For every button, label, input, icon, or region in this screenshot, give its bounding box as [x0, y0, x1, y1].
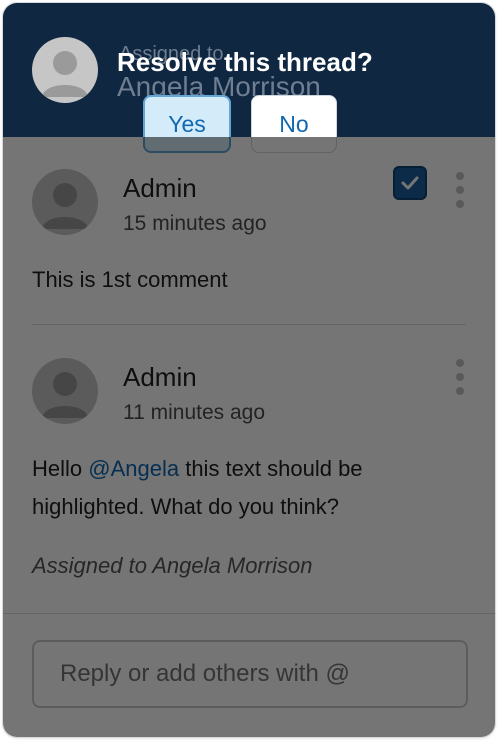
thread-header: Assigned to Angela Morrison Resolve this… [3, 3, 495, 153]
resolve-thread-prompt: Resolve this thread? [117, 47, 373, 77]
user-avatar-icon [42, 183, 88, 229]
reply-input[interactable] [32, 640, 468, 708]
comment-timestamp: 11 minutes ago [123, 401, 266, 424]
comment-author: Admin [123, 173, 197, 203]
comment-text-start: Hello [32, 456, 89, 481]
more-options-icon[interactable] [454, 359, 466, 395]
user-avatar-icon [42, 372, 88, 418]
user-avatar-icon [42, 51, 88, 97]
checkmark-icon [401, 176, 419, 190]
comment-author: Admin [123, 362, 197, 392]
comment-text: Hello @Angela this text should be highli… [32, 450, 452, 526]
comment-author-avatar [32, 358, 98, 424]
comment-author-avatar [32, 169, 98, 235]
resolve-yes-button[interactable]: Yes [143, 95, 231, 153]
comment-divider [32, 324, 466, 325]
comment-text: This is 1st comment [32, 267, 228, 292]
resolve-no-button[interactable]: No [251, 95, 337, 153]
mention-link[interactable]: @Angela [88, 456, 179, 481]
assignee-avatar [32, 37, 98, 103]
assignment-note: Assigned to Angela Morrison [32, 553, 313, 578]
more-options-icon[interactable] [454, 172, 466, 208]
comment-thread-card: Assigned to Angela Morrison Resolve this… [3, 3, 495, 737]
resolve-checkbox[interactable] [393, 166, 427, 200]
footer-divider [3, 613, 495, 614]
comment-timestamp: 15 minutes ago [123, 212, 267, 235]
